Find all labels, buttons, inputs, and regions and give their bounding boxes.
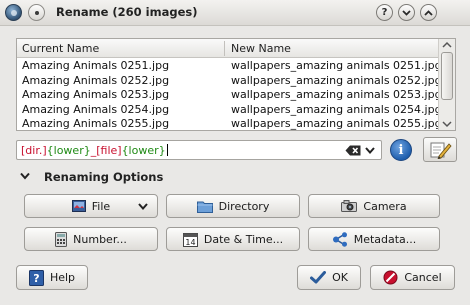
chevron-down-icon[interactable] bbox=[365, 147, 375, 154]
scroll-down-icon[interactable] bbox=[442, 120, 452, 128]
camera-icon bbox=[341, 200, 358, 212]
directory-button[interactable]: Directory bbox=[166, 194, 300, 218]
pattern-token-file: [file] bbox=[96, 144, 122, 157]
pattern-modifier-lower: {lower} bbox=[121, 144, 166, 157]
help-icon[interactable]: ? bbox=[376, 4, 393, 21]
cancel-button-label: Cancel bbox=[404, 271, 442, 284]
new-name: wallpapers_amazing animals 0251.jpg bbox=[231, 59, 442, 72]
folder-icon bbox=[196, 200, 213, 213]
list-scrollbar[interactable] bbox=[438, 39, 455, 130]
new-name: wallpapers_amazing animals 0253.jpg bbox=[231, 88, 442, 101]
info-icon[interactable]: i bbox=[390, 139, 412, 161]
date-time-button[interactable]: 14 Date & Time... bbox=[166, 227, 300, 251]
collapse-chevron-icon[interactable] bbox=[20, 172, 30, 180]
metadata-button-label: Metadata... bbox=[353, 232, 417, 246]
cancel-button[interactable]: Cancel bbox=[370, 265, 455, 290]
new-name: wallpapers_amazing animals 0252.jpg bbox=[231, 73, 442, 87]
cancel-icon bbox=[383, 270, 398, 285]
number-button-label: Number... bbox=[73, 232, 127, 246]
title-bar: Rename (260 images) ? bbox=[0, 0, 470, 26]
current-name: Amazing Animals 0255.jpg bbox=[22, 117, 170, 130]
camera-button-label: Camera bbox=[363, 199, 407, 213]
pattern-input[interactable]: [dir.]{lower}_[file]{lower} bbox=[16, 140, 382, 160]
svg-text:?: ? bbox=[33, 272, 39, 285]
file-button[interactable]: File bbox=[24, 194, 158, 218]
file-icon bbox=[71, 200, 86, 212]
clear-icon[interactable] bbox=[345, 145, 361, 156]
ok-button[interactable]: OK bbox=[297, 265, 361, 290]
column-header-new-name[interactable]: New Name bbox=[231, 42, 291, 55]
pattern-modifier-lower: {lower} bbox=[46, 144, 91, 157]
maximize-icon[interactable] bbox=[420, 4, 437, 21]
help-book-icon: ? bbox=[28, 269, 44, 286]
new-name: wallpapers_amazing animals 0254.jpg bbox=[231, 102, 442, 116]
new-name: wallpapers_amazing animals 0255.jpg bbox=[231, 117, 442, 130]
edit-icon bbox=[430, 142, 452, 159]
text-caret bbox=[166, 144, 168, 156]
calculator-icon bbox=[55, 231, 68, 247]
list-item[interactable]: Amazing Animals 0253.jpg wallpapers_amaz… bbox=[17, 88, 442, 103]
current-name: Amazing Animals 0253.jpg bbox=[22, 88, 170, 101]
minimize-icon[interactable] bbox=[398, 4, 415, 21]
column-header-current-name[interactable]: Current Name bbox=[22, 42, 99, 55]
list-header: Current Name New Name bbox=[17, 39, 439, 58]
list-item[interactable]: Amazing Animals 0255.jpg wallpapers_amaz… bbox=[17, 117, 442, 132]
rename-list[interactable]: Current Name New Name Amazing Animals 02… bbox=[16, 38, 456, 131]
svg-text:14: 14 bbox=[185, 238, 195, 247]
scroll-up-icon[interactable] bbox=[442, 41, 452, 49]
help-button-label: Help bbox=[49, 271, 76, 284]
file-button-label: File bbox=[91, 199, 111, 213]
current-name: Amazing Animals 0254.jpg bbox=[22, 102, 170, 116]
camera-button[interactable]: Camera bbox=[308, 194, 440, 218]
chevron-down-icon bbox=[138, 203, 148, 210]
list-item[interactable]: Amazing Animals 0251.jpg wallpapers_amaz… bbox=[17, 59, 442, 74]
number-button[interactable]: Number... bbox=[24, 227, 158, 251]
list-item[interactable]: Amazing Animals 0252.jpg wallpapers_amaz… bbox=[17, 73, 442, 89]
renaming-options-label[interactable]: Renaming Options bbox=[44, 170, 163, 184]
pin-icon[interactable] bbox=[28, 4, 45, 21]
current-name: Amazing Animals 0252.jpg bbox=[22, 73, 170, 87]
metadata-button[interactable]: Metadata... bbox=[308, 227, 440, 251]
list-item[interactable]: Amazing Animals 0254.jpg wallpapers_amaz… bbox=[17, 102, 442, 118]
directory-button-label: Directory bbox=[218, 199, 270, 213]
column-divider[interactable] bbox=[224, 41, 225, 56]
window-title: Rename (260 images) bbox=[56, 5, 198, 19]
date-time-button-label: Date & Time... bbox=[203, 232, 284, 246]
pattern-text[interactable]: [dir.]{lower}_[file]{lower} bbox=[21, 144, 168, 157]
share-icon bbox=[332, 231, 348, 247]
checkmark-icon bbox=[310, 271, 327, 284]
app-icon[interactable] bbox=[5, 4, 22, 21]
calendar-icon: 14 bbox=[182, 232, 198, 247]
help-button[interactable]: ? Help bbox=[16, 265, 88, 290]
scrollbar-thumb[interactable] bbox=[441, 52, 453, 100]
current-name: Amazing Animals 0251.jpg bbox=[22, 59, 170, 72]
ok-button-label: OK bbox=[332, 271, 348, 284]
pattern-token-dir: [dir.] bbox=[21, 144, 47, 157]
edit-button[interactable] bbox=[423, 137, 457, 162]
